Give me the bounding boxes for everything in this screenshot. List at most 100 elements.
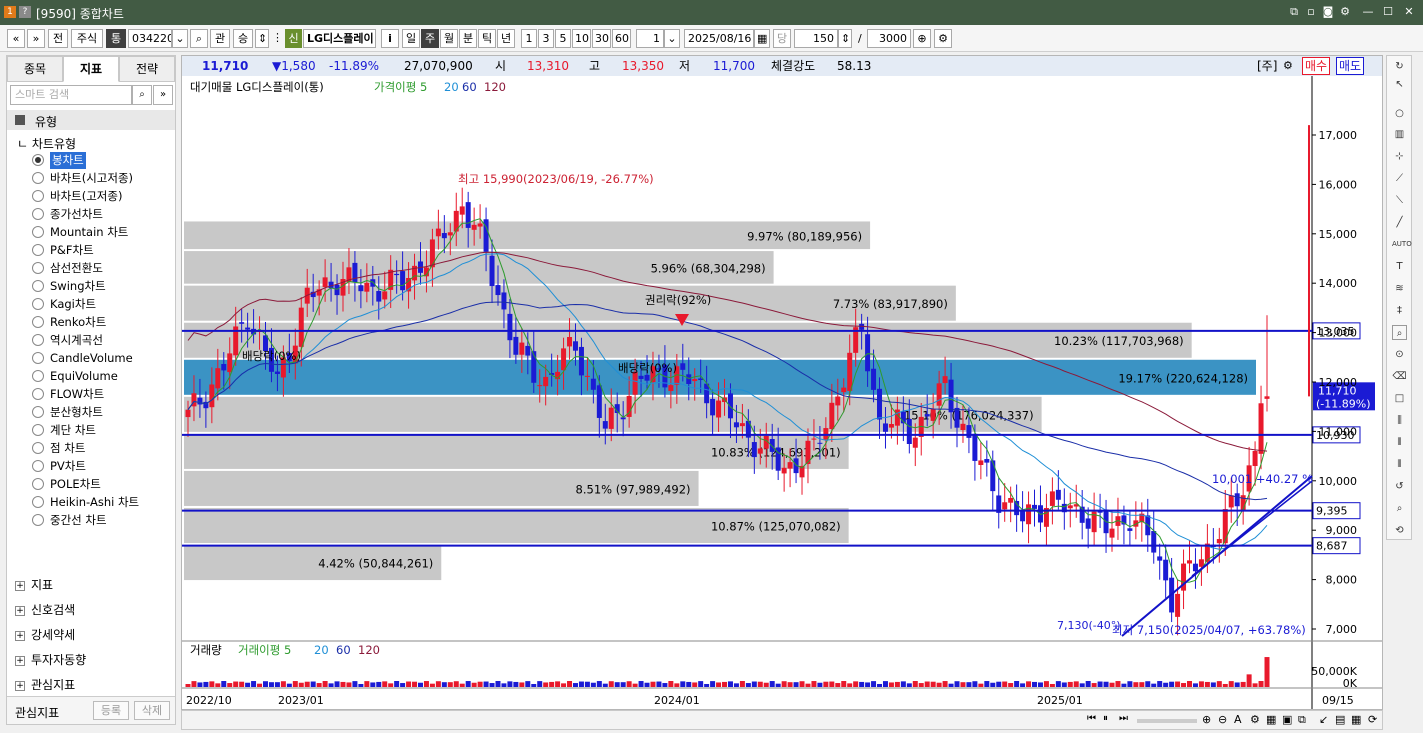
integrated-button[interactable]: 통 [106, 29, 126, 48]
close-button[interactable]: ✕ [1402, 5, 1416, 19]
delete-button[interactable]: 삭제 [134, 701, 170, 720]
chart-type-radio[interactable] [32, 352, 44, 364]
grid-icon[interactable]: ▦ [1266, 713, 1276, 726]
chart-type-radio[interactable] [32, 460, 44, 472]
layout-icon[interactable]: ▤ [1335, 713, 1345, 726]
indicator-section[interactable]: + 신호검색 [15, 600, 75, 620]
chart-type-item[interactable]: 종가선차트 [50, 206, 103, 223]
chart-type-radio[interactable] [32, 370, 44, 382]
calendar-icon[interactable]: ▦ [754, 29, 770, 48]
chart-type-item[interactable]: 바차트(시고저종) [50, 170, 133, 187]
chart-type-item[interactable]: 점 차트 [50, 440, 85, 457]
chart-type-radio[interactable] [32, 280, 44, 292]
interval-dropdown-icon[interactable]: ⌄ [664, 29, 680, 48]
chart-type-radio[interactable] [32, 424, 44, 436]
period-tab[interactable]: 일 [402, 29, 420, 48]
pause-icon[interactable]: ⏸ [1103, 713, 1108, 724]
chart-type-item[interactable]: P&F차트 [50, 242, 94, 259]
spin-icon[interactable]: ⇕ [255, 29, 269, 48]
expand-icon[interactable]: » [153, 85, 173, 105]
count-input[interactable]: 150 [794, 29, 838, 48]
box-icon[interactable]: ▣ [1282, 713, 1292, 726]
indicator-section[interactable]: + 관심지표 [15, 675, 75, 695]
chart-type-radio[interactable] [32, 208, 44, 220]
chart-type-item[interactable]: 봉차트 [50, 152, 86, 169]
stock-code-input[interactable]: 034220 [128, 29, 172, 48]
interval-button[interactable]: 10 [572, 29, 591, 48]
unit-button[interactable]: [주] [1257, 56, 1277, 76]
chart-type-radio[interactable] [32, 388, 44, 400]
interval-button[interactable]: 5 [555, 29, 571, 48]
chart-type-item[interactable]: 바차트(고저종) [50, 188, 122, 205]
text-size-icon[interactable]: A [1234, 713, 1242, 726]
circle-icon[interactable]: ○ [1392, 106, 1407, 121]
cursor-icon[interactable]: ↖ [1392, 77, 1407, 92]
period-tab[interactable]: 월 [440, 29, 458, 48]
quote-settings-icon[interactable]: ⚙ [1283, 56, 1293, 76]
help-icon[interactable]: ? [19, 6, 31, 18]
last-icon[interactable]: ⏭ [1119, 713, 1128, 724]
tab-stocks[interactable]: 종목 [7, 56, 63, 82]
indicator-section[interactable]: + 강세약세 [15, 625, 75, 645]
period-tab[interactable]: 분 [459, 29, 477, 48]
interval-button[interactable]: 3 [538, 29, 554, 48]
menu-dots-icon[interactable]: ⋮ [272, 31, 283, 44]
chart-type-radio[interactable] [32, 226, 44, 238]
camera-icon[interactable]: ◙ [1321, 5, 1335, 19]
chart-type-radio[interactable] [32, 172, 44, 184]
fibonacci-icon[interactable]: ≋ [1392, 281, 1407, 296]
settings-icon[interactable]: ⚙ [1250, 713, 1260, 726]
register-button[interactable]: 등록 [93, 701, 129, 720]
chart-type-item[interactable]: POLE차트 [50, 476, 101, 493]
chart-type-item[interactable]: PV차트 [50, 458, 86, 475]
magnifier-icon[interactable]: ⌕ [1392, 325, 1407, 340]
interval-input[interactable]: 1 [636, 29, 664, 48]
chart-type-radio[interactable] [32, 244, 44, 256]
copy-icon[interactable]: ⧉ [1298, 713, 1306, 727]
chart-area[interactable]: 11,710 ▼1,580 -11.89% 27,070,900 시 13,31… [181, 55, 1383, 710]
maximize-button[interactable]: ☐ [1381, 5, 1395, 19]
crosshair-icon[interactable]: ⊹ [1392, 149, 1407, 164]
eraser-icon[interactable]: ⌫ [1392, 369, 1407, 384]
ray-line-icon[interactable]: ⟍ [1392, 193, 1407, 208]
zoom-out-icon[interactable]: ⊖ [1218, 713, 1227, 726]
zoom-in-icon[interactable]: ⊕ [913, 29, 931, 48]
interval-button[interactable]: 30 [592, 29, 611, 48]
search-icon[interactable]: ⌕ [132, 85, 152, 105]
chart-type-item[interactable]: 중간선 차트 [50, 512, 107, 529]
chart-type-item[interactable]: FLOW차트 [50, 386, 104, 403]
chart-grid-icon[interactable]: ▥ [1392, 127, 1407, 142]
period-tab[interactable]: 틱 [478, 29, 496, 48]
chart-type-radio[interactable] [32, 334, 44, 346]
interval-button[interactable]: 1 [521, 29, 537, 48]
minimize-button[interactable]: — [1361, 5, 1375, 19]
chart-type-radio[interactable] [32, 316, 44, 328]
chart-type-item[interactable]: Renko차트 [50, 314, 106, 331]
watchlist-button[interactable]: 관 [210, 29, 230, 48]
trend-line-icon[interactable]: ⟋ [1392, 171, 1407, 186]
square-icon[interactable]: □ [1392, 391, 1407, 406]
chart-type-radio[interactable] [32, 406, 44, 418]
all-button[interactable]: 전 [48, 29, 68, 48]
chart-type-item[interactable]: 계단 차트 [50, 422, 96, 439]
code-dropdown-icon[interactable]: ⌄ [172, 29, 188, 48]
period-tab[interactable]: 주 [421, 29, 439, 48]
interval-button[interactable]: 60 [612, 29, 631, 48]
reset-icon[interactable]: ⟲ [1392, 523, 1407, 538]
settings-icon[interactable]: ⚙ [1338, 5, 1352, 19]
undo-icon[interactable]: ↺ [1392, 479, 1407, 494]
refresh2-icon[interactable]: ⟳ [1368, 713, 1377, 726]
search-tool-icon[interactable]: ⌕ [1392, 501, 1407, 516]
chart-type-radio[interactable] [32, 298, 44, 310]
arrow-icon[interactable]: ↙ [1319, 713, 1328, 726]
type-section[interactable]: 유형 [7, 110, 175, 130]
sell-button[interactable]: 매도 [1336, 57, 1365, 75]
zoom-in-icon[interactable]: ⊕ [1202, 713, 1211, 726]
scroll-track[interactable] [1137, 719, 1197, 723]
count-spin-icon[interactable]: ⇕ [838, 29, 852, 48]
straight-line-icon[interactable]: ╱ [1392, 215, 1407, 230]
bar-lines-2-icon[interactable]: ⫴ [1392, 435, 1407, 450]
chart-type-item[interactable]: 역시계곡선 [50, 332, 103, 349]
chart-type-item[interactable]: 삼선전환도 [50, 260, 103, 277]
tab-indicators[interactable]: 지표 [63, 56, 119, 82]
